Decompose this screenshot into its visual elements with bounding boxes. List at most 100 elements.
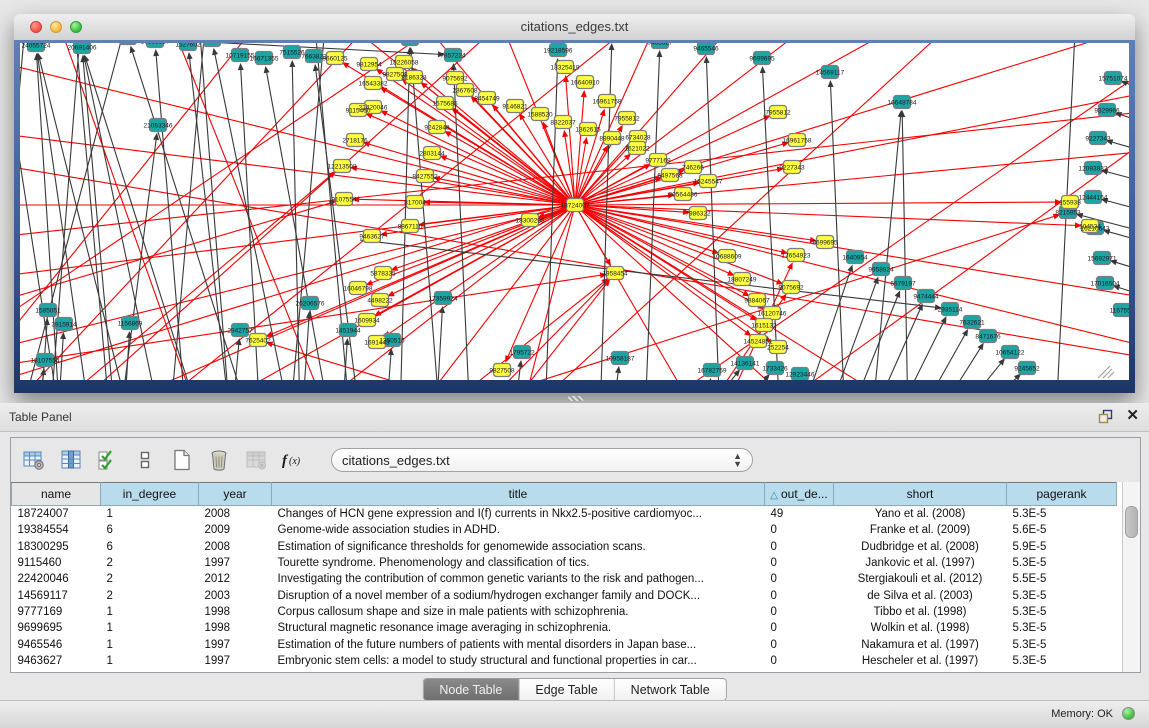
- table-row[interactable]: 969969511998Structural magnetic resonanc…: [12, 620, 1117, 636]
- graph-edge[interactable]: [575, 202, 1058, 205]
- resize-grip-icon[interactable]: [1108, 372, 1114, 378]
- select-all-checks-icon[interactable]: [95, 447, 121, 473]
- table-row[interactable]: 1938455462009Genome-wide association stu…: [12, 522, 1117, 538]
- column-header-title[interactable]: title: [272, 483, 765, 506]
- graph-node-label: 12444154: [1079, 194, 1108, 201]
- graph-edge[interactable]: [195, 43, 230, 380]
- graph-node[interactable]: [402, 43, 419, 46]
- graph-edge[interactable]: [20, 160, 1129, 360]
- table-cell: 9699695: [12, 620, 101, 636]
- graph-edge[interactable]: [902, 114, 908, 380]
- window-titlebar[interactable]: citations_edges.txt: [14, 14, 1135, 41]
- column-header-out-de-[interactable]: △out_de...: [765, 483, 834, 506]
- table-cell: 0: [765, 539, 834, 555]
- graph-edge[interactable]: [1105, 200, 1129, 215]
- graph-edge[interactable]: [394, 205, 575, 269]
- table-row[interactable]: 977716911998Corpus callosum shape and si…: [12, 604, 1117, 620]
- graph-edge[interactable]: [800, 268, 851, 380]
- table-row[interactable]: 1456911722003Disruption of a novel membe…: [12, 587, 1117, 603]
- network-canvas-svg: 2405572420691406911546010653527152760284…: [20, 43, 1129, 380]
- graph-edge[interactable]: [20, 43, 140, 380]
- graph-edge[interactable]: [917, 332, 966, 380]
- table-row[interactable]: 1872400712008Changes of HCN gene express…: [12, 506, 1117, 523]
- graph-edge[interactable]: [170, 43, 210, 380]
- graph-edge[interactable]: [872, 114, 901, 380]
- column-header-year[interactable]: year: [199, 483, 272, 506]
- graph-node[interactable]: [120, 43, 137, 45]
- edge-arrowhead: [264, 66, 270, 73]
- column-header-short[interactable]: short: [834, 483, 1007, 506]
- delete-trash-icon[interactable]: [206, 447, 232, 473]
- table-cell: Embryonic stem cells: a model to study s…: [272, 653, 765, 669]
- graph-edge[interactable]: [1107, 231, 1129, 246]
- graph-edge[interactable]: [20, 130, 575, 205]
- node-table-grid[interactable]: namein_degreeyeartitle△out_de...shortpag…: [11, 482, 1123, 672]
- graph-edge[interactable]: [386, 352, 391, 380]
- graph-edge[interactable]: [575, 205, 1129, 350]
- table-row[interactable]: 1830029562008Estimation of significance …: [12, 539, 1117, 555]
- table-selector-dropdown[interactable]: citations_edges.txt ▲▼: [331, 448, 753, 472]
- column-header-pagerank[interactable]: pagerank: [1007, 483, 1117, 506]
- graph-edge[interactable]: [760, 130, 1129, 380]
- graph-edge[interactable]: [848, 294, 899, 380]
- column-header-name[interactable]: name: [12, 483, 101, 506]
- graph-edge[interactable]: [302, 315, 309, 380]
- graph-edge[interactable]: [972, 376, 1018, 380]
- float-panel-icon[interactable]: [1098, 409, 1114, 424]
- resize-grip-icon[interactable]: [1103, 369, 1112, 378]
- row-height-icon[interactable]: [132, 447, 158, 473]
- graph-edge[interactable]: [39, 57, 130, 380]
- graph-node-label: 1615132: [751, 322, 777, 329]
- show-column-icon[interactable]: [58, 447, 84, 473]
- tab-edge-table[interactable]: Edge Table: [519, 679, 614, 700]
- edge-arrowhead: [847, 265, 853, 273]
- table-cell: 1997: [199, 653, 272, 669]
- graph-edge[interactable]: [436, 310, 442, 380]
- graph-edge[interactable]: [575, 90, 1129, 205]
- tab-network-table[interactable]: Network Table: [615, 679, 726, 700]
- function-builder-icon[interactable]: f(x): [280, 447, 306, 473]
- graph-node-label: 16543382: [359, 80, 388, 87]
- tab-node-table[interactable]: Node Table: [423, 679, 519, 700]
- graph-edge[interactable]: [83, 59, 115, 380]
- edge-arrowhead: [84, 55, 90, 63]
- panel-splitter-handle[interactable]: [568, 396, 584, 401]
- graph-edge[interactable]: [383, 89, 575, 205]
- graph-edge[interactable]: [391, 205, 575, 295]
- graph-node-label: 5878335: [370, 270, 396, 277]
- graph-node-label: 8867110: [398, 223, 423, 230]
- graph-node-label: 16961758: [783, 137, 812, 144]
- close-panel-icon[interactable]: ✕: [1126, 408, 1139, 424]
- graph-node-label: 16671355: [250, 55, 279, 62]
- table-vertical-scrollbar[interactable]: [1122, 482, 1140, 672]
- graph-node-label: 9884067: [744, 297, 770, 304]
- table-header-row: namein_degreeyeartitle△out_de...shortpag…: [12, 483, 1117, 506]
- graph-edge[interactable]: [86, 58, 200, 380]
- table-row[interactable]: 946362711997Embryonic stem cells: a mode…: [12, 653, 1117, 669]
- table-row[interactable]: 911546021997Tourette syndrome. Phenomeno…: [12, 555, 1117, 571]
- scrollbar-thumb[interactable]: [1125, 506, 1138, 538]
- new-document-icon[interactable]: [169, 447, 195, 473]
- graph-edge[interactable]: [575, 43, 1000, 205]
- table-row[interactable]: 946554611997Estimation of the future num…: [12, 636, 1117, 652]
- graph-node-label: 9699695: [812, 239, 838, 246]
- table-row[interactable]: 2242004622012Investigating the contribut…: [12, 571, 1117, 587]
- table-cell: Corpus callosum shape and size in male p…: [272, 604, 765, 620]
- graph-node-label: 16120746: [758, 310, 787, 317]
- column-header-in-degree[interactable]: in_degree: [101, 483, 199, 506]
- graph-node-label: 8186328: [401, 74, 427, 81]
- table-settings-icon[interactable]: [21, 447, 47, 473]
- edge-arrowhead: [289, 60, 295, 67]
- graph-edge[interactable]: [1105, 171, 1129, 186]
- table-cell: 2012: [199, 571, 272, 587]
- graph-node-label: 9699695: [749, 55, 775, 62]
- table-cell: Estimation of the future numbers of pati…: [272, 636, 765, 652]
- graph-edge[interactable]: [730, 377, 767, 380]
- graph-node-label: 1156869: [118, 320, 143, 327]
- network-canvas[interactable]: 2405572420691406911546010653527152760284…: [20, 43, 1129, 380]
- graph-node-label: 746266: [682, 164, 704, 171]
- memory-status-label: Memory: OK: [1051, 708, 1113, 720]
- graph-edge[interactable]: [20, 43, 30, 380]
- edge-arrowhead: [977, 343, 983, 351]
- resize-grip-icon[interactable]: [1098, 366, 1110, 378]
